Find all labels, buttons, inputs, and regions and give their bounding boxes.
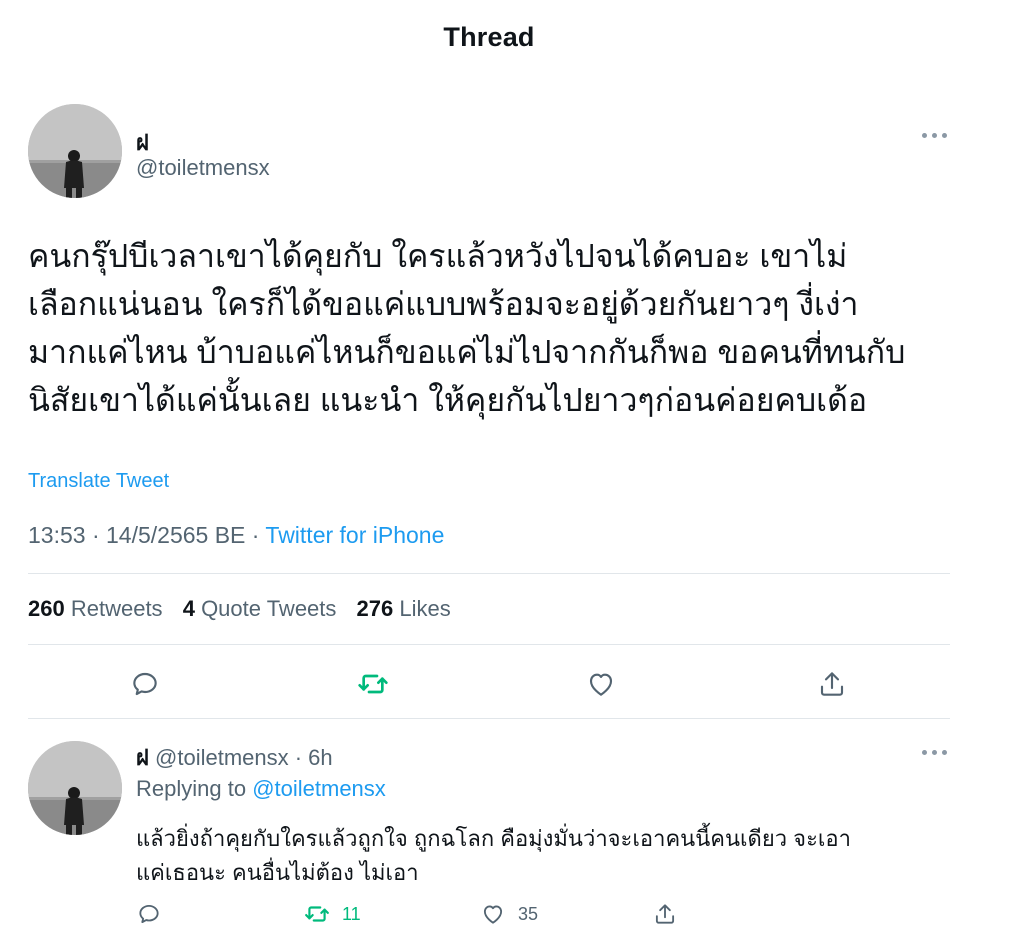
reply-share-button[interactable] <box>652 899 678 929</box>
retweets-stat[interactable]: 260 Retweets <box>28 596 163 621</box>
reply-button[interactable] <box>127 666 163 702</box>
divider <box>28 718 950 719</box>
reply-time[interactable]: · 6h <box>289 745 333 770</box>
like-button[interactable] <box>583 666 619 702</box>
tweet-meta: 13:53 · 14/5/2565 BE · Twitter for iPhon… <box>28 522 444 549</box>
share-upload-icon <box>820 672 844 696</box>
reply-retweet-count: 11 <box>342 903 361 924</box>
author-handle[interactable]: @toiletmensx <box>136 155 270 181</box>
reply-avatar[interactable] <box>28 741 122 835</box>
retweet-button[interactable] <box>355 666 391 702</box>
more-horizontal-icon[interactable] <box>922 748 948 756</box>
retweet-arrows-icon <box>358 674 388 694</box>
likes-count: 276 <box>356 596 394 621</box>
reply-text-line: แค่เธอนะ คนอื่นไม่ต้อง ไม่เอา <box>136 860 419 885</box>
tweet-text-line: นิสัยเขาได้แค่นั้นเลย แนะนำ ให้คุยกันไปย… <box>28 382 868 418</box>
tweet-text-line: เลือกแน่นอน ใครก็ได้ขอแค่แบบพร้อมจะอยู่ด… <box>28 286 859 322</box>
page-title: Thread <box>443 22 535 52</box>
tweet-text-line: คนกรุ๊ปบีเวลาเขาได้คุยกับ ใครแล้วหวังไปจ… <box>28 238 848 274</box>
retweets-label: Retweets <box>70 596 163 621</box>
reply-author-name[interactable]: ฝ <box>136 745 149 770</box>
divider <box>28 644 950 645</box>
divider <box>28 573 950 574</box>
tweet-text-line: มากแค่ไหน บ้าบอแค่ไหนก็ขอแค่ไม่ไปจากกันก… <box>28 334 906 370</box>
profile-photo <box>28 741 122 835</box>
likes-label: Likes <box>399 596 451 621</box>
share-button[interactable] <box>814 666 850 702</box>
speech-bubble-icon <box>133 672 157 696</box>
quotes-label: Quote Tweets <box>201 596 337 621</box>
source-link[interactable]: Twitter for iPhone <box>265 522 444 548</box>
speech-bubble-icon <box>139 904 159 924</box>
reply-retweet-button[interactable]: 11 <box>304 899 361 929</box>
more-horizontal-icon[interactable] <box>922 131 948 139</box>
retweet-arrows-icon <box>305 906 329 922</box>
reply-author-handle[interactable]: @toiletmensx <box>155 745 289 770</box>
quotes-count: 4 <box>182 596 195 621</box>
avatar[interactable] <box>28 104 122 198</box>
timestamp[interactable]: 13:53 · 14/5/2565 BE · <box>28 522 265 548</box>
replying-mention[interactable]: @toiletmensx <box>252 776 386 801</box>
profile-photo <box>28 104 122 198</box>
replying-prefix: Replying to <box>136 776 253 801</box>
retweets-count: 260 <box>28 596 65 621</box>
reply-text: แล้วยิ่งถ้าคุยกับใครแล้วถูกใจ ถูกฉโลก คื… <box>136 822 851 890</box>
replying-to: Replying to @toiletmensx <box>136 776 386 802</box>
reply-like-count: 35 <box>518 903 539 924</box>
reply-header: ฝ @toiletmensx · 6h <box>136 740 333 775</box>
quote-tweets-stat[interactable]: 4 Quote Tweets <box>183 596 337 621</box>
heart-icon <box>589 673 613 696</box>
reply-text-line: แล้วยิ่งถ้าคุยกับใครแล้วถูกใจ ถูกฉโลก คื… <box>136 826 851 851</box>
translate-tweet-link[interactable]: Translate Tweet <box>28 470 169 493</box>
tweet-text: คนกรุ๊ปบีเวลาเขาได้คุยกับ ใครแล้วหวังไปจ… <box>28 232 978 424</box>
likes-stat[interactable]: 276 Likes <box>357 596 451 621</box>
heart-icon <box>483 905 503 924</box>
tweet-stats: 260 Retweets 4 Quote Tweets 276 Likes <box>28 596 451 622</box>
reply-reply-button[interactable] <box>136 899 162 929</box>
share-upload-icon <box>655 904 675 924</box>
reply-like-button[interactable]: 35 <box>480 899 538 929</box>
